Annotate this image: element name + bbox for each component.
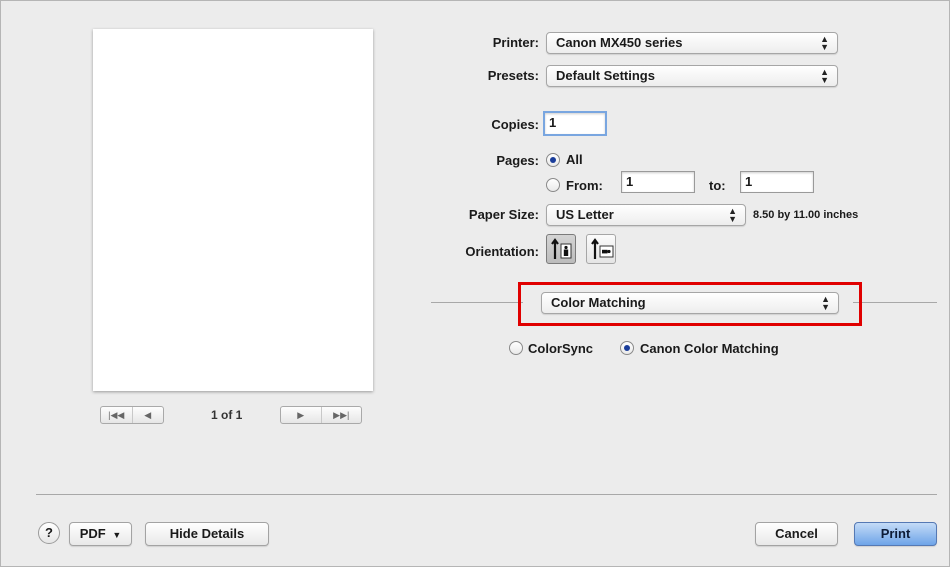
separator-left bbox=[431, 302, 523, 303]
pages-to-field[interactable]: 1 bbox=[740, 171, 814, 193]
pages-from-label: From: bbox=[566, 178, 603, 193]
page-preview bbox=[93, 29, 373, 391]
pages-from-radio[interactable] bbox=[546, 178, 560, 192]
pages-all-radio[interactable] bbox=[546, 153, 560, 167]
portrait-icon bbox=[551, 238, 572, 259]
cancel-button[interactable]: Cancel bbox=[755, 522, 838, 546]
landscape-icon bbox=[591, 238, 614, 259]
presets-label: Presets: bbox=[487, 68, 539, 83]
hide-details-button[interactable]: Hide Details bbox=[145, 522, 269, 546]
canon-color-matching-label: Canon Color Matching bbox=[640, 341, 779, 356]
next-page-button[interactable]: ▶ bbox=[281, 407, 321, 423]
paper-size-label: Paper Size: bbox=[468, 207, 539, 222]
printer-value: Canon MX450 series bbox=[556, 35, 683, 50]
portrait-orientation-button[interactable] bbox=[546, 234, 576, 264]
previous-page-button[interactable]: ◀ bbox=[131, 407, 164, 423]
orientation-label: Orientation: bbox=[465, 244, 539, 259]
help-button[interactable]: ? bbox=[38, 522, 60, 544]
last-page-button[interactable]: ▶▶| bbox=[320, 407, 362, 423]
printer-label: Printer: bbox=[492, 35, 539, 50]
print-button[interactable]: Print bbox=[854, 522, 937, 546]
print-dialog: |◀◀ ◀ 1 of 1 ▶ ▶▶| Printer: Canon MX450 … bbox=[0, 0, 950, 567]
pages-from-field[interactable]: 1 bbox=[621, 171, 695, 193]
paper-size-dimensions: 8.50 by 11.00 inches bbox=[753, 209, 859, 221]
pdf-menu-button[interactable]: PDF ▼ bbox=[69, 522, 132, 546]
copies-label: Copies: bbox=[491, 117, 539, 132]
landscape-orientation-button[interactable] bbox=[586, 234, 616, 264]
footer-separator bbox=[36, 494, 937, 495]
colorsync-radio[interactable] bbox=[509, 341, 523, 355]
preview-back-nav: |◀◀ ◀ bbox=[100, 406, 164, 424]
colorsync-label: ColorSync bbox=[528, 341, 594, 356]
pdf-label: PDF bbox=[79, 526, 106, 541]
paper-size-popup[interactable]: US Letter ▲ ▼ bbox=[546, 204, 746, 226]
copies-field[interactable]: 1 bbox=[543, 111, 607, 136]
presets-popup[interactable]: Default Settings ▲ ▼ bbox=[546, 65, 838, 87]
popup-arrows-icon: ▲ ▼ bbox=[820, 34, 829, 52]
pages-all-label: All bbox=[566, 152, 583, 167]
pages-to-label: to: bbox=[709, 178, 726, 193]
printer-popup[interactable]: Canon MX450 series ▲ ▼ bbox=[546, 32, 838, 54]
presets-value: Default Settings bbox=[556, 68, 655, 83]
page-indicator: 1 of 1 bbox=[211, 408, 243, 422]
highlight-box bbox=[518, 282, 862, 326]
pages-label: Pages: bbox=[496, 153, 539, 168]
paper-size-value: US Letter bbox=[556, 207, 614, 222]
first-page-button[interactable]: |◀◀ bbox=[101, 407, 132, 423]
dropdown-arrow-icon: ▼ bbox=[112, 530, 122, 540]
popup-arrows-icon: ▲ ▼ bbox=[728, 206, 737, 224]
separator-right bbox=[853, 302, 937, 303]
popup-arrows-icon: ▲ ▼ bbox=[820, 67, 829, 85]
canon-color-matching-radio[interactable] bbox=[620, 341, 634, 355]
preview-forward-nav: ▶ ▶▶| bbox=[280, 406, 362, 424]
